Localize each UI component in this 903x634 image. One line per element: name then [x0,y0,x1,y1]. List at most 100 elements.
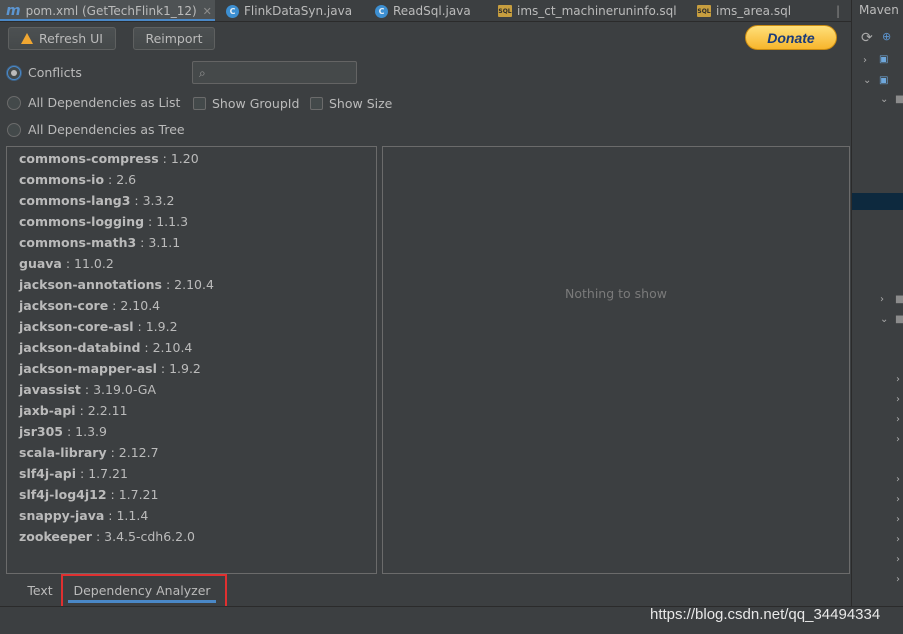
dependency-version: 1.7.21 [88,466,128,481]
dependency-name: guava [19,256,62,271]
tab-label: FlinkDataSyn.java [244,4,353,18]
list-item[interactable]: jaxb-api : 2.2.11 [19,403,128,424]
close-icon[interactable]: ✕ [203,5,212,18]
sql-icon: SQL [498,5,512,17]
dependency-version: 1.1.4 [116,508,149,523]
list-radio[interactable] [7,96,21,110]
show-groupid-label[interactable]: Show GroupId [212,96,299,111]
refresh-icon[interactable]: ⟳ [861,30,873,46]
dependency-version: 1.9.2 [145,319,178,334]
dependency-separator: : [76,466,89,481]
dependency-separator: : [156,361,170,376]
dependency-name: jaxb-api [19,403,76,418]
list-item[interactable]: slf4j-log4j12 : 1.7.21 [19,487,158,508]
list-item[interactable]: commons-math3 : 3.1.1 [19,235,180,256]
list-item[interactable]: zookeeper : 3.4.5-cdh6.2.0 [19,529,195,550]
dependency-separator: : [136,235,149,250]
list-item[interactable]: javassist : 3.19.0-GA [19,382,156,403]
add-icon[interactable]: ⊕ [882,30,891,43]
tree-label[interactable]: All Dependencies as Tree [28,122,185,137]
folder-icon: ■ [895,294,903,305]
tab-label: ims_area.sql [716,4,792,18]
tab-flinkdatasyn[interactable]: C FlinkDataSyn.java [220,0,358,21]
watermark-url: https://blog.csdn.net/qq_34494334 [650,606,881,623]
warning-icon [20,33,33,44]
list-item[interactable]: jackson-core-asl : 1.9.2 [19,319,178,340]
tab-ims-area[interactable]: SQL ims_area.sql [691,0,797,21]
dependency-name: snappy-java [19,508,105,523]
dependency-separator: : [140,340,153,355]
editor-tab-bar: m pom.xml (GetTechFlink1_12) ✕ C FlinkDa… [0,0,851,22]
chevron-right-icon[interactable]: › [880,294,884,305]
conflicts-label[interactable]: Conflicts [28,65,82,80]
dependency-separator: : [106,445,119,460]
list-item[interactable]: commons-compress : 1.20 [19,151,199,172]
list-item[interactable]: jsr305 : 1.3.9 [19,424,107,445]
chevron-right-icon[interactable]: › [896,414,900,425]
conflicts-radio[interactable] [7,66,21,80]
dependency-separator: : [158,151,171,166]
refresh-ui-button[interactable]: Refresh UI [8,27,116,50]
list-item[interactable]: scala-library : 2.12.7 [19,445,159,466]
dependency-version: 1.3.9 [75,424,107,439]
chevron-right-icon[interactable]: › [896,574,900,585]
list-label[interactable]: All Dependencies as List [28,95,180,110]
chevron-right-icon[interactable]: › [896,394,900,405]
list-item[interactable]: jackson-core : 2.10.4 [19,298,160,319]
search-input[interactable]: ⌕ [192,61,357,84]
show-groupid-checkbox[interactable] [193,97,206,110]
tab-overflow-icon: | [836,4,841,18]
reimport-button[interactable]: Reimport [133,27,215,50]
dependency-separator: : [75,403,88,418]
dependency-detail-panel: Nothing to show [382,146,850,574]
tab-label: ReadSql.java [393,4,471,18]
tab-ims-ct-machineruninfo[interactable]: SQL ims_ct_machineruninfo.sql [492,0,683,21]
class-icon: C [375,4,388,18]
chevron-right-icon[interactable]: › [896,514,900,525]
dependency-name: jackson-annotations [19,277,162,292]
tab-overflow[interactable]: | [830,0,846,21]
tab-pom-xml[interactable]: m pom.xml (GetTechFlink1_12) ✕ [0,0,215,21]
chevron-right-icon[interactable]: › [896,374,900,385]
show-size-checkbox[interactable] [310,97,323,110]
donate-button[interactable]: Donate [745,25,837,50]
list-item[interactable]: commons-logging : 1.1.3 [19,214,188,235]
folder-icon: ■ [895,314,903,325]
sql-icon: SQL [697,5,711,17]
chevron-right-icon[interactable]: › [896,474,900,485]
tab-text[interactable]: Text [20,575,60,605]
dependency-separator: : [108,298,121,313]
chevron-right-icon[interactable]: › [863,55,867,66]
list-item[interactable]: guava : 11.0.2 [19,256,114,277]
dependency-version: 2.12.7 [118,445,159,460]
tab-readsql[interactable]: C ReadSql.java [369,0,477,21]
list-item[interactable]: jackson-mapper-asl : 1.9.2 [19,361,201,382]
chevron-right-icon[interactable]: › [896,534,900,545]
dependency-name: commons-compress [19,151,159,166]
search-icon: ⌕ [199,66,206,80]
chevron-down-icon[interactable]: ⌄ [880,94,888,105]
refresh-ui-label: Refresh UI [38,31,103,46]
dependency-name: slf4j-api [19,466,77,481]
tree-radio[interactable] [7,123,21,137]
dependency-version: 2.10.4 [152,340,193,355]
list-item[interactable]: jackson-databind : 2.10.4 [19,340,192,361]
dependency-name: commons-math3 [19,235,137,250]
tab-label: pom.xml (GetTechFlink1_12) [25,4,197,18]
empty-state-text: Nothing to show [565,286,667,301]
chevron-down-icon[interactable]: ⌄ [880,314,888,325]
class-icon: C [226,4,239,18]
list-item[interactable]: snappy-java : 1.1.4 [19,508,148,529]
list-item[interactable]: slf4j-api : 1.7.21 [19,466,128,487]
chevron-right-icon[interactable]: › [896,434,900,445]
list-item[interactable]: jackson-annotations : 2.10.4 [19,277,214,298]
list-item[interactable]: commons-io : 2.6 [19,172,136,193]
chevron-down-icon[interactable]: ⌄ [863,75,871,86]
chevron-right-icon[interactable]: › [896,494,900,505]
chevron-right-icon[interactable]: › [896,554,900,565]
dependency-version: 1.1.3 [156,214,189,229]
dependency-separator: : [104,172,117,187]
list-item[interactable]: commons-lang3 : 3.3.2 [19,193,174,214]
dependency-name: commons-logging [19,214,145,229]
show-size-label[interactable]: Show Size [329,96,392,111]
